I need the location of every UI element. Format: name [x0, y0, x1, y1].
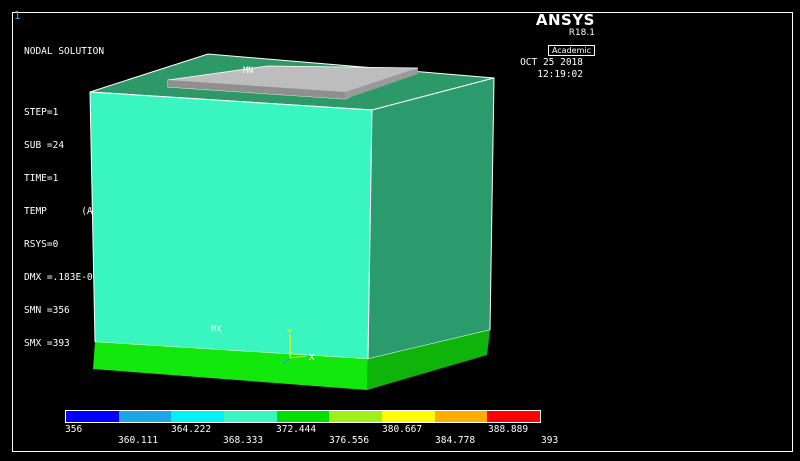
legend-tick-lower: 360.111 [118, 435, 159, 446]
box-front-face [89, 91, 373, 360]
legend-tick-lower: 384.778 [435, 435, 476, 446]
legend-tick-lower: 376.556 [329, 435, 370, 446]
legend-band-5 [276, 411, 330, 422]
contour-legend-bar [65, 410, 541, 423]
box-side-face [367, 77, 495, 360]
model-view[interactable]: MN MX Y X [0, 0, 800, 461]
legend-band-7 [382, 411, 435, 422]
legend-tick-upper: 380.667 [382, 424, 423, 435]
max-label: MX [211, 325, 222, 335]
triad-x-label: X [309, 353, 315, 363]
legend-tick-upper: 388.889 [488, 424, 529, 435]
legend-tick-upper: 356 [65, 424, 83, 435]
legend-band-1 [66, 411, 119, 422]
legend-band-6 [329, 411, 383, 422]
triad-y-label: Y [287, 328, 293, 338]
legend-tick-lower: 368.333 [223, 435, 264, 446]
legend-band-4 [224, 411, 277, 422]
legend-tick-upper: 364.222 [171, 424, 212, 435]
legend-band-3 [171, 411, 225, 422]
legend-band-2 [118, 411, 172, 422]
legend-tick-upper: 372.444 [276, 424, 317, 435]
legend-band-8 [434, 411, 488, 422]
legend-band-9 [487, 411, 541, 422]
legend-tick-lower: 393 [541, 435, 559, 446]
min-label: MN [243, 66, 253, 76]
